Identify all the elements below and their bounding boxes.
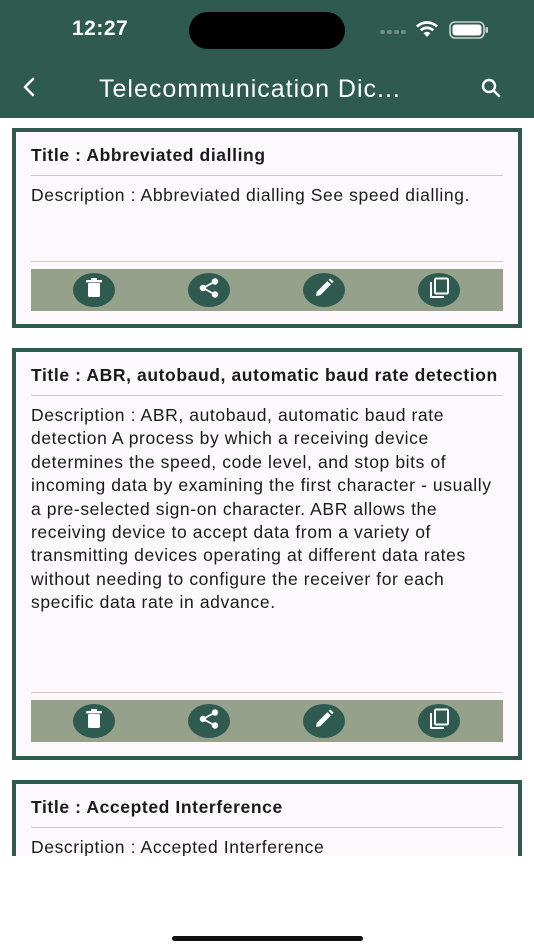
edit-icon [314,708,334,734]
delete-icon [85,277,103,303]
divider [31,261,503,262]
toolbar: Telecommunication Dic... [0,62,534,118]
divider [31,692,503,693]
back-button[interactable] [14,74,44,104]
copy-button[interactable] [418,273,460,307]
entry-card: Title : ABR, autobaud, automatic baud ra… [12,348,522,760]
delete-button[interactable] [73,704,115,738]
delete-icon [85,708,103,734]
copy-icon [428,277,450,304]
edit-button[interactable] [303,273,345,307]
share-button[interactable] [188,704,230,738]
edit-button[interactable] [303,704,345,738]
share-button[interactable] [188,273,230,307]
entry-title: Title : Accepted Interference [31,797,283,817]
cellular-signal-icon [380,30,410,36]
entry-list[interactable]: Title : Abbreviated dialling Description… [0,118,534,856]
search-icon [480,77,502,104]
dynamic-island [189,12,345,49]
edit-icon [314,277,334,303]
entry-action-bar [31,700,503,742]
entry-description: Description : ABR, autobaud, automatic b… [31,405,492,613]
battery-icon [449,20,489,40]
app-header: 12:27 Telecommunication Dic... [0,0,534,118]
entry-description: Description : Abbreviated dialling See s… [31,185,471,205]
share-icon [198,277,220,304]
entry-title: Title : ABR, autobaud, automatic baud ra… [31,365,498,385]
copy-icon [428,708,450,735]
entry-title: Title : Abbreviated dialling [31,145,266,165]
wifi-icon [415,19,439,39]
delete-button[interactable] [73,273,115,307]
share-icon [198,708,220,735]
home-indicator[interactable] [172,936,363,941]
status-bar: 12:27 [0,0,534,60]
search-button[interactable] [476,75,506,105]
entry-action-bar [31,269,503,311]
status-time: 12:27 [72,17,129,40]
entry-card: Title : Abbreviated dialling Description… [12,128,522,328]
chevron-left-icon [20,76,38,103]
entry-description: Description : Accepted Interference [31,837,325,856]
page-title: Telecommunication Dic... [99,75,401,103]
copy-button[interactable] [418,704,460,738]
entry-card: Title : Accepted Interference Descriptio… [12,780,522,856]
